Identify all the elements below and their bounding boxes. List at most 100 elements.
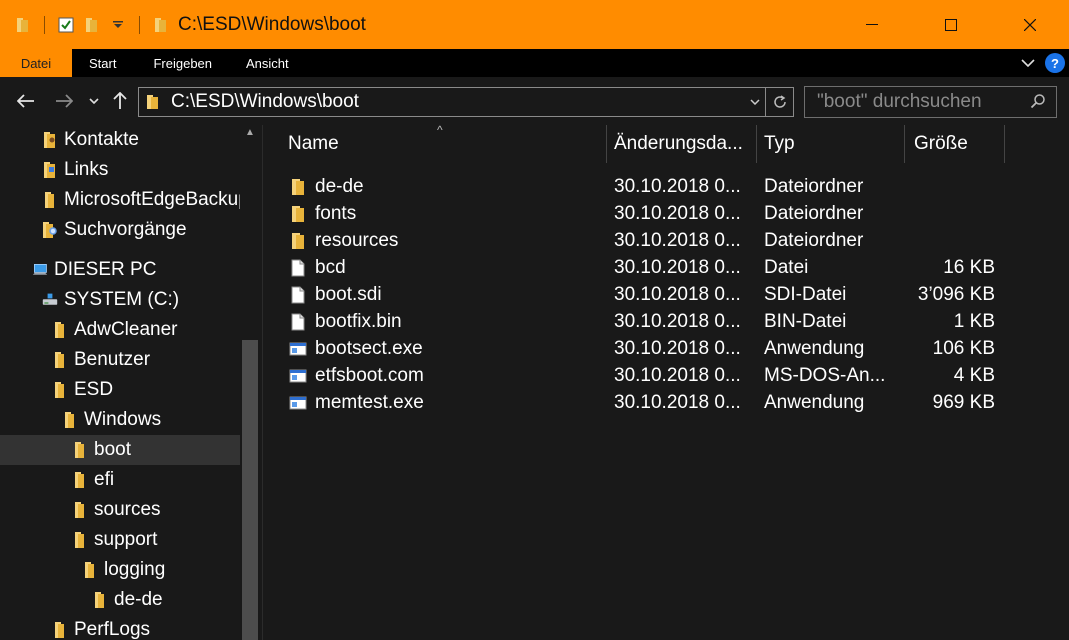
tree-item-kontakte[interactable]: Kontakte <box>0 125 240 155</box>
ribbon-tabs: Datei Start Freigeben Ansicht ? <box>0 49 1069 77</box>
folder-icon <box>92 591 108 609</box>
column-header-date[interactable]: Änderungsda... <box>614 125 756 163</box>
column-header-size[interactable]: Größe <box>914 125 1004 163</box>
file-row[interactable]: memtest.exe 30.10.2018 0... Anwendung 969 K… <box>263 390 1069 417</box>
scrollbar-thumb[interactable] <box>242 340 258 640</box>
customize-toolbar-icon[interactable] <box>109 16 127 34</box>
file-name[interactable]: de-de <box>315 176 364 198</box>
file-date: 30.10.2018 0... <box>614 284 741 305</box>
tree-item-efi[interactable]: efi <box>0 465 240 495</box>
tree-item-dieser-pc[interactable]: DIESER PC <box>0 255 240 285</box>
tree-item-suchvorgänge[interactable]: Suchvorgänge <box>0 215 240 245</box>
app-icon <box>289 340 307 358</box>
tree-item-boot[interactable]: boot <box>0 435 240 465</box>
file-list[interactable]: ^ Name Änderungsda... Typ Größe de-de 30.… <box>263 123 1069 640</box>
links-folder-icon <box>42 161 58 179</box>
scroll-up-icon[interactable]: ▲ <box>245 127 255 138</box>
tree-item-support[interactable]: support <box>0 525 240 555</box>
close-icon <box>1023 18 1036 31</box>
tab-ansicht[interactable]: Ansicht <box>230 49 307 77</box>
refresh-button[interactable] <box>766 87 794 117</box>
minimize-icon <box>865 23 878 25</box>
column-header-type[interactable]: Typ <box>764 125 904 163</box>
tree-item-benutzer[interactable]: Benutzer <box>0 345 240 375</box>
file-row[interactable]: resources 30.10.2018 0... Dateiordner <box>263 228 1069 255</box>
file-icon <box>289 286 307 304</box>
refresh-icon <box>773 95 786 108</box>
tab-freigeben[interactable]: Freigeben <box>138 49 230 77</box>
new-folder-icon[interactable] <box>83 16 101 34</box>
tab-start[interactable]: Start <box>72 49 138 77</box>
file-name[interactable]: fonts <box>315 203 356 225</box>
tree-item-sources[interactable]: sources <box>0 495 240 525</box>
address-bar[interactable]: C:\ESD\Windows\boot <box>138 87 766 117</box>
file-type: Dateiordner <box>764 203 864 224</box>
tree-item-system-c[interactable]: SYSTEM (C:) <box>0 285 240 315</box>
file-row[interactable]: bootfix.bin 30.10.2018 0... BIN-Datei 1 KB <box>263 309 1069 336</box>
file-row[interactable]: bcd 30.10.2018 0... Datei 16 KB <box>263 255 1069 282</box>
tree-item-adwcleaner[interactable]: AdwCleaner <box>0 315 240 345</box>
file-row[interactable]: bootsect.exe 30.10.2018 0... Anwendung 106 … <box>263 336 1069 363</box>
file-date: 30.10.2018 0... <box>614 176 741 197</box>
address-dropdown-button[interactable] <box>745 88 765 116</box>
file-date: 30.10.2018 0... <box>614 392 741 413</box>
tree-item-links[interactable]: Links <box>0 155 240 185</box>
folder-icon <box>289 205 307 223</box>
tree-item-label: sources <box>94 499 161 520</box>
maximize-button[interactable] <box>911 0 990 49</box>
folder-icon <box>72 501 88 519</box>
help-button[interactable]: ? <box>1045 53 1065 73</box>
tree-item-esd[interactable]: ESD <box>0 375 240 405</box>
tree-item-logging[interactable]: logging <box>0 555 240 585</box>
back-button[interactable] <box>14 89 38 113</box>
drive-icon <box>42 291 58 309</box>
tree-item-windows[interactable]: Windows <box>0 405 240 435</box>
recent-locations-button[interactable] <box>86 89 102 113</box>
file-name[interactable]: etfsboot.com <box>315 365 424 387</box>
search-input[interactable]: "boot" durchsuchen <box>817 91 982 113</box>
tree-item-label: support <box>94 529 158 550</box>
file-date: 30.10.2018 0... <box>614 338 741 359</box>
file-name[interactable]: bootfix.bin <box>315 311 402 333</box>
column-header-name[interactable]: Name <box>288 125 606 163</box>
search-icon[interactable] <box>1030 93 1046 114</box>
tab-datei[interactable]: Datei <box>0 49 72 77</box>
tree-item-label: Kontakte <box>64 129 139 150</box>
file-name[interactable]: memtest.exe <box>315 392 424 414</box>
tree-item-label: AdwCleaner <box>74 319 178 340</box>
file-type: Dateiordner <box>764 230 864 251</box>
close-button[interactable] <box>990 0 1069 49</box>
file-row[interactable]: etfsboot.com 30.10.2018 0... MS-DOS-An... 4… <box>263 363 1069 390</box>
file-name[interactable]: resources <box>315 230 398 252</box>
file-name[interactable]: bootsect.exe <box>315 338 423 360</box>
up-button[interactable] <box>110 89 130 113</box>
folder-app-icon[interactable] <box>14 16 32 34</box>
file-name[interactable]: boot.sdi <box>315 284 382 306</box>
folder-icon <box>72 471 88 489</box>
column-separator[interactable] <box>756 125 757 163</box>
tree-item-microsoftedgebackups[interactable]: MicrosoftEdgeBackups <box>0 185 240 215</box>
navigation-scrollbar[interactable]: ▲ <box>240 125 262 640</box>
file-type: BIN-Datei <box>764 311 847 332</box>
minimize-button[interactable] <box>832 0 911 49</box>
column-separator[interactable] <box>1004 125 1005 163</box>
tree-item-label: ESD <box>74 379 114 400</box>
search-box[interactable]: "boot" durchsuchen <box>804 86 1057 118</box>
file-row[interactable]: boot.sdi 30.10.2018 0... SDI-Datei 3’096 KB <box>263 282 1069 309</box>
column-separator[interactable] <box>606 125 607 163</box>
file-size: 969 KB <box>932 392 995 413</box>
properties-icon[interactable] <box>57 16 75 34</box>
column-separator[interactable] <box>904 125 905 163</box>
tree-item-perflogs[interactable]: PerfLogs <box>0 615 240 640</box>
tree-item-de-de[interactable]: de-de <box>0 585 240 615</box>
file-row[interactable]: de-de 30.10.2018 0... Dateiordner <box>263 174 1069 201</box>
expand-ribbon-icon[interactable] <box>1021 54 1035 72</box>
address-path[interactable]: C:\ESD\Windows\boot <box>171 91 359 113</box>
forward-arrow-icon <box>56 94 73 108</box>
file-icon <box>289 259 307 277</box>
file-row[interactable]: fonts 30.10.2018 0... Dateiordner <box>263 201 1069 228</box>
forward-button[interactable] <box>52 89 76 113</box>
navigation-pane[interactable]: Kontakte Links MicrosoftEdgeBackups Suchvor… <box>0 125 262 640</box>
file-name[interactable]: bcd <box>315 257 346 279</box>
file-icon <box>289 313 307 331</box>
